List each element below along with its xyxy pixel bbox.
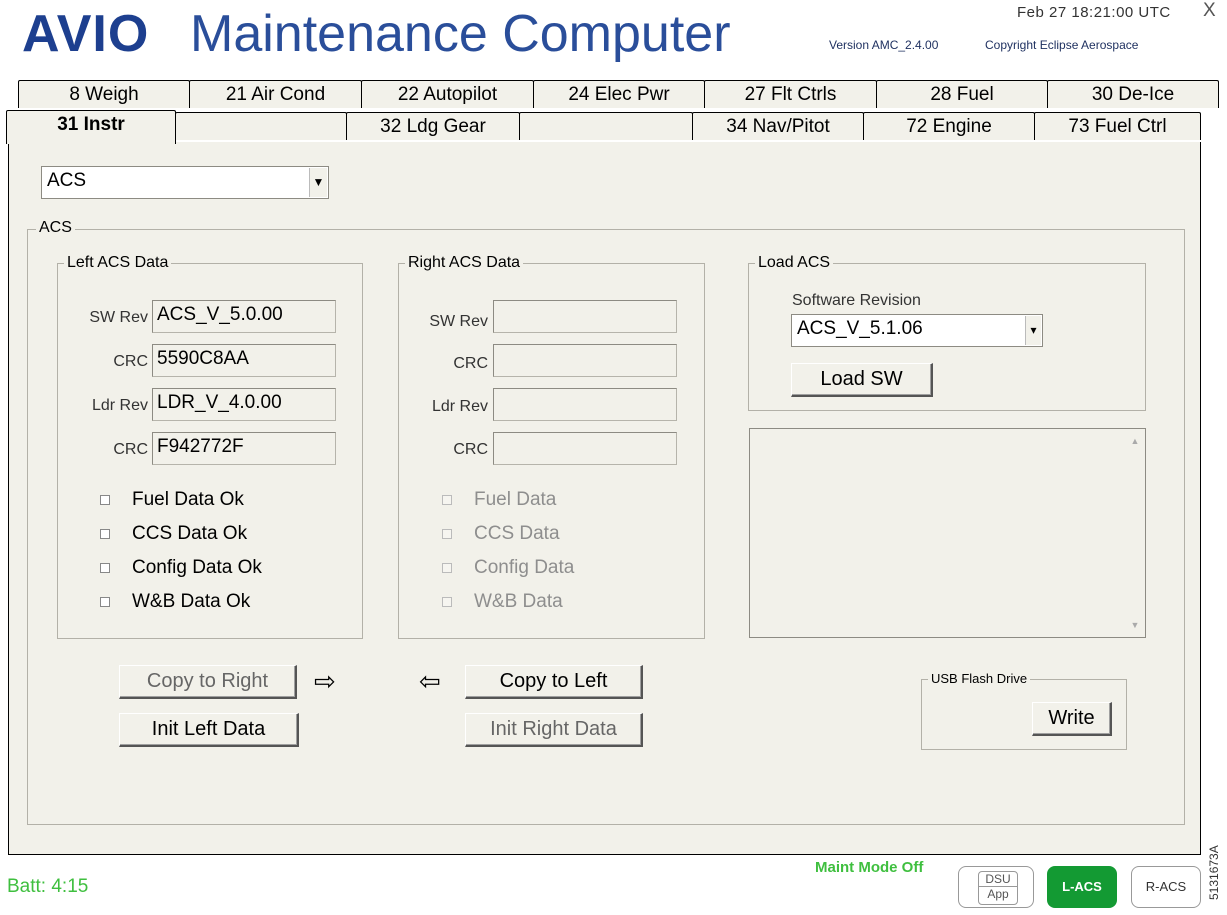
tab-73-fuel-ctrl[interactable]: 73 Fuel Ctrl (1034, 112, 1201, 140)
checkbox-icon[interactable] (100, 528, 110, 539)
right-sw-rev-field (493, 300, 677, 333)
left-crc2-label: CRC (113, 441, 148, 458)
init-right-data-button[interactable]: Init Right Data (465, 713, 643, 747)
tab-empty-1[interactable] (175, 112, 347, 140)
arrow-left-icon: ⇦ (419, 666, 441, 696)
tab-31-instr[interactable]: 31 Instr (6, 110, 176, 144)
tab-27-flt-ctrls[interactable]: 27 Flt Ctrls (704, 80, 877, 108)
checkbox-icon (442, 596, 452, 607)
software-revision-select[interactable]: ACS_V_5.1.06 ▾ (791, 314, 1043, 347)
right-crc1-field (493, 344, 677, 377)
left-sw-rev-label: SW Rev (89, 309, 148, 326)
tab-empty-2[interactable] (519, 112, 693, 140)
scroll-down-icon[interactable]: ▼ (1127, 617, 1143, 633)
app-title-brand: AVIO (22, 5, 150, 63)
tab-30-de-ice[interactable]: 30 De-Ice (1047, 80, 1219, 108)
left-crc1-label: CRC (113, 353, 148, 370)
right-crc1-label: CRC (453, 355, 488, 372)
checkbox-icon (442, 562, 452, 573)
left-check-fuel[interactable]: Fuel Data Ok (100, 489, 244, 511)
check-label: Fuel Data (474, 489, 557, 510)
check-label: CCS Data Ok (132, 523, 248, 544)
r-acs-button[interactable]: R-ACS (1131, 866, 1201, 908)
system-select[interactable]: ACS ▼ (41, 166, 329, 199)
check-label: CCS Data (474, 523, 560, 544)
check-label: W&B Data (474, 591, 563, 612)
write-button[interactable]: Write (1032, 702, 1112, 736)
left-ldr-rev-field: LDR_V_4.0.00 (152, 388, 336, 421)
right-sw-rev-label: SW Rev (429, 313, 488, 330)
tab-8-weigh[interactable]: 8 Weigh (18, 80, 190, 108)
copyright-label: Copyright Eclipse Aerospace (985, 38, 1139, 52)
right-ldr-rev-label: Ldr Rev (431, 398, 488, 415)
app-label: App (979, 886, 1017, 901)
check-label: Config Data Ok (132, 557, 262, 578)
right-check-fuel: Fuel Data (442, 489, 556, 511)
right-check-config: Config Data (442, 557, 574, 579)
tab-72-engine[interactable]: 72 Engine (863, 112, 1035, 140)
version-label: Version AMC_2.4.00 (829, 38, 939, 52)
left-check-wb[interactable]: W&B Data Ok (100, 591, 250, 613)
datetime-display: Feb 27 18:21:00 UTC (1017, 4, 1171, 21)
check-label: Config Data (474, 557, 575, 578)
load-sw-button[interactable]: Load SW (791, 363, 933, 397)
chevron-down-icon[interactable]: ▼ (309, 168, 327, 197)
tab-34-nav-pitot[interactable]: 34 Nav/Pitot (692, 112, 864, 140)
app-title: Maintenance Computer (190, 5, 731, 63)
checkbox-icon[interactable] (100, 494, 110, 505)
tab-32-ldg-gear[interactable]: 32 Ldg Gear (346, 112, 520, 140)
scroll-up-icon[interactable]: ▲ (1127, 433, 1143, 449)
right-crc2-label: CRC (453, 441, 488, 458)
battery-status: Batt: 4:15 (7, 876, 89, 897)
tab-21-air-cond[interactable]: 21 Air Cond (189, 80, 362, 108)
checkbox-icon (442, 528, 452, 539)
right-acs-label: Right ACS Data (405, 254, 524, 272)
left-crc1-field: 5590C8AA (152, 344, 336, 377)
software-revision-label: Software Revision (792, 292, 921, 309)
load-acs-label: Load ACS (755, 254, 834, 272)
system-select-value: ACS (47, 170, 87, 191)
checkbox-icon[interactable] (100, 596, 110, 607)
tab-28-fuel[interactable]: 28 Fuel (876, 80, 1048, 108)
dsu-app-icon: DSU App (978, 871, 1018, 905)
tab-24-elec-pwr[interactable]: 24 Elec Pwr (533, 80, 705, 108)
arrow-right-icon: ⇨ (314, 666, 336, 696)
check-label: Fuel Data Ok (132, 489, 244, 510)
left-check-config[interactable]: Config Data Ok (100, 557, 262, 579)
right-crc2-field (493, 432, 677, 465)
dsu-app-button[interactable]: DSU App (958, 866, 1034, 908)
check-label: W&B Data Ok (132, 591, 251, 612)
left-acs-label: Left ACS Data (64, 254, 172, 272)
right-check-ccs: CCS Data (442, 523, 560, 545)
l-acs-button[interactable]: L-ACS (1047, 866, 1117, 908)
left-check-ccs[interactable]: CCS Data Ok (100, 523, 247, 545)
copy-to-left-button[interactable]: Copy to Left (465, 665, 643, 699)
copy-to-right-button[interactable]: Copy to Right (119, 665, 297, 699)
acs-group-label: ACS (36, 219, 75, 237)
log-listbox[interactable]: ▲ ▼ (749, 428, 1146, 638)
tab-22-autopilot[interactable]: 22 Autopilot (361, 80, 534, 108)
checkbox-icon[interactable] (100, 562, 110, 573)
software-revision-value: ACS_V_5.1.06 (797, 318, 923, 339)
checkbox-icon (442, 494, 452, 505)
left-ldr-rev-label: Ldr Rev (91, 397, 148, 414)
maint-mode-status: Maint Mode Off (815, 859, 924, 876)
dsu-label: DSU (985, 872, 1011, 886)
chevron-down-icon[interactable]: ▾ (1025, 316, 1041, 345)
close-icon[interactable]: X (1203, 0, 1216, 22)
right-ldr-rev-field (493, 388, 677, 421)
usb-group-label: USB Flash Drive (928, 671, 1031, 686)
init-left-data-button[interactable]: Init Left Data (119, 713, 299, 747)
left-crc2-field: F942772F (152, 432, 336, 465)
left-sw-rev-field: ACS_V_5.0.00 (152, 300, 336, 333)
right-check-wb: W&B Data (442, 591, 563, 613)
figure-id: 5131673A (1207, 845, 1221, 900)
